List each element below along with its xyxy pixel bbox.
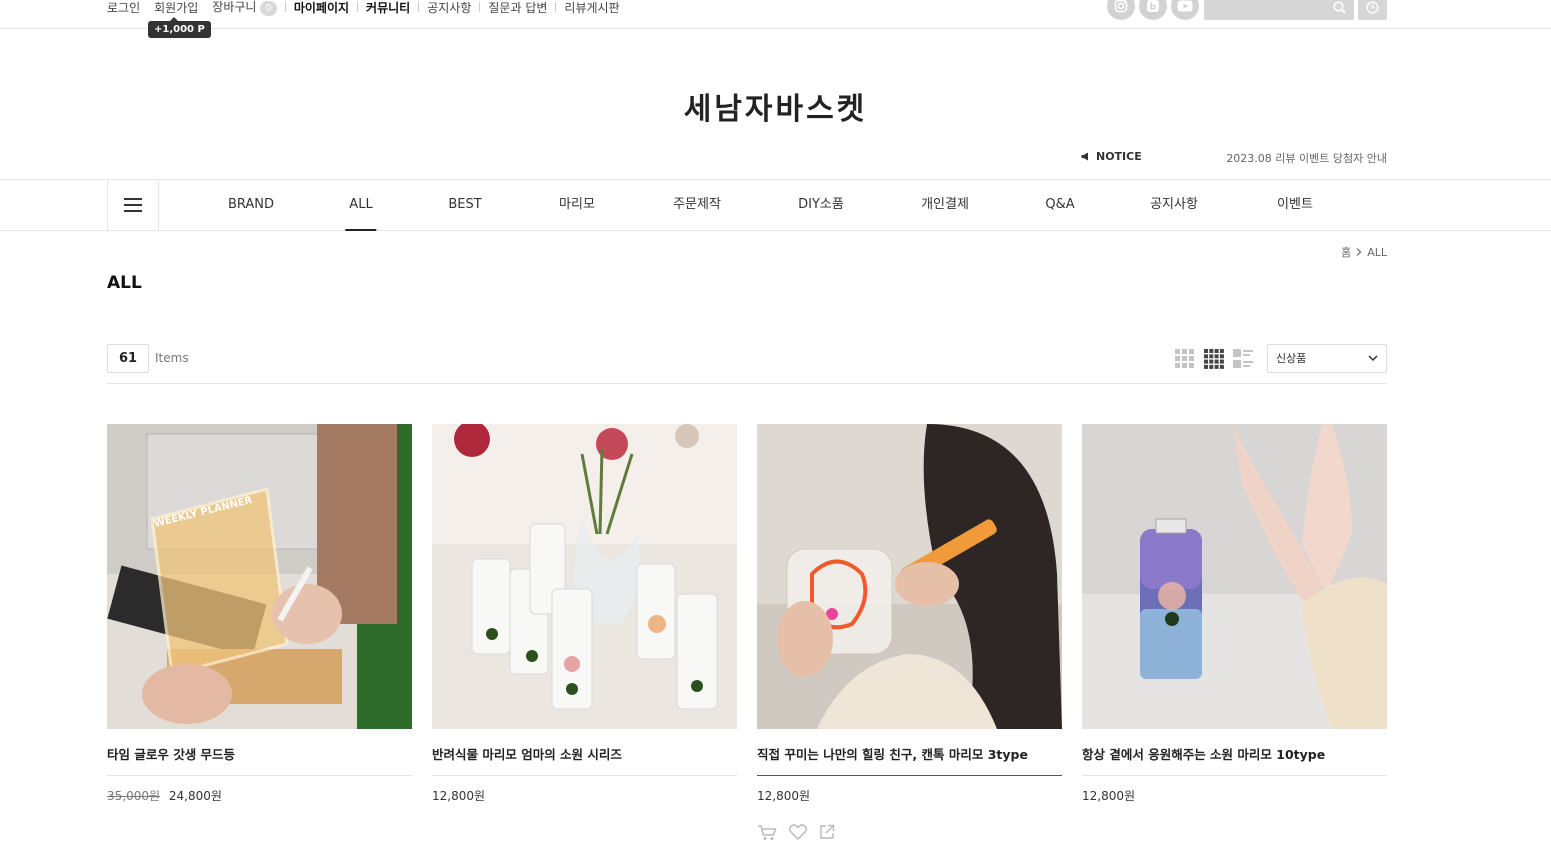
nav-item-notice[interactable]: 공지사항: [1150, 180, 1198, 230]
top-links: 로그인 회원가입 장바구니 0 마이페이지 커뮤니티 공지사항 질문과 답변 리뷰…: [107, 0, 620, 16]
login-link[interactable]: 로그인: [107, 0, 140, 16]
blog-icon[interactable]: b: [1139, 0, 1167, 20]
product-card[interactable]: 직접 꾸미는 나만의 힐링 친구, 캔톡 마리모 3type 12,800원: [757, 424, 1062, 841]
list-view-icon[interactable]: [1233, 349, 1253, 369]
product-sale-price: 12,800원: [432, 789, 486, 803]
mypage-link[interactable]: 마이페이지: [294, 0, 349, 16]
breadcrumb-home[interactable]: 홈: [1341, 244, 1351, 260]
nav-item-personal-payment[interactable]: 개인결제: [921, 180, 969, 230]
chevron-right-icon: [1356, 248, 1362, 256]
heart-icon[interactable]: [789, 824, 807, 840]
page-title: ALL: [107, 273, 142, 293]
recent-view-button[interactable]: [1358, 0, 1387, 20]
search-input[interactable]: [1204, 0, 1354, 20]
product-card[interactable]: WEEKLY PLANNER 타임 글로우 갓생 무드등 35,000원 24,…: [107, 424, 412, 804]
nav-item-all[interactable]: ALL: [345, 180, 378, 231]
cart-count-badge: 0: [260, 1, 277, 16]
cart-icon[interactable]: [757, 824, 777, 841]
product-card[interactable]: 반려식물 마리모 엄마의 소원 시리즈 12,800원: [432, 424, 737, 804]
product-name[interactable]: 직접 꾸미는 나만의 힐링 친구, 캔톡 마리모 3type: [757, 744, 1062, 776]
nav-item-best[interactable]: BEST: [448, 180, 481, 230]
share-icon[interactable]: [819, 824, 835, 840]
cart-link[interactable]: 장바구니 0: [212, 0, 277, 16]
item-count: 61: [107, 344, 149, 373]
product-image[interactable]: [432, 424, 737, 729]
product-name[interactable]: 반려식물 마리모 엄마의 소원 시리즈: [432, 744, 737, 776]
search-icon[interactable]: [1333, 1, 1346, 14]
breadcrumb: 홈 ALL: [1341, 244, 1387, 260]
nav-item-diy[interactable]: DIY소품: [798, 180, 844, 230]
product-card[interactable]: 항상 곁에서 응원해주는 소원 마리모 10type 12,800원: [1082, 424, 1387, 804]
product-name[interactable]: 타임 글로우 갓생 무드등: [107, 744, 412, 776]
notice-label: NOTICE: [1081, 150, 1142, 163]
product-image[interactable]: [757, 424, 1062, 729]
product-image[interactable]: [1082, 424, 1387, 729]
cart-label: 장바구니: [212, 0, 257, 14]
top-bar: 로그인 회원가입 장바구니 0 마이페이지 커뮤니티 공지사항 질문과 답변 리뷰…: [0, 0, 1551, 38]
nav-item-marimo[interactable]: 마리모: [559, 180, 595, 230]
nav-item-custom-order[interactable]: 주문제작: [673, 180, 721, 230]
notice-link[interactable]: 공지사항: [427, 0, 471, 16]
product-sale-price: 12,800원: [757, 789, 811, 803]
sort-select[interactable]: 신상품: [1267, 344, 1387, 373]
product-sale-price: 24,800원: [168, 789, 222, 803]
sort-selected-value: 신상품: [1276, 352, 1307, 365]
product-original-price: 35,000원: [107, 789, 161, 803]
grid-4-icon[interactable]: [1204, 349, 1224, 369]
youtube-icon[interactable]: [1171, 0, 1199, 20]
product-price: 12,800원: [432, 787, 737, 804]
item-count-label: Items: [155, 351, 189, 365]
notice-label-text: NOTICE: [1096, 150, 1142, 163]
join-point-tooltip: +1,000 P: [148, 17, 211, 38]
megaphone-icon: [1081, 152, 1088, 161]
clock-icon: [1366, 0, 1379, 14]
breadcrumb-current: ALL: [1367, 245, 1387, 259]
list-header: 61 Items 신상품: [107, 343, 1387, 384]
view-mode-switcher: [1175, 349, 1253, 369]
product-sale-price: 12,800원: [1082, 789, 1136, 803]
product-name[interactable]: 항상 곁에서 응원해주는 소원 마리모 10type: [1082, 744, 1387, 776]
site-logo[interactable]: 세남자바스켓: [0, 84, 1551, 128]
review-board-link[interactable]: 리뷰게시판: [564, 0, 619, 16]
grid-3-icon[interactable]: [1175, 349, 1195, 369]
nav-item-event[interactable]: 이벤트: [1277, 180, 1313, 230]
notice-ticker-text[interactable]: 2023.08 리뷰 이벤트 당첨자 안내: [1226, 150, 1387, 166]
svg-text:b: b: [1150, 3, 1157, 13]
hamburger-icon: [124, 198, 142, 212]
category-menu-button[interactable]: [107, 180, 159, 230]
social-links: b: [1107, 0, 1199, 20]
join-link[interactable]: 회원가입: [154, 0, 198, 16]
product-image[interactable]: WEEKLY PLANNER: [107, 424, 412, 729]
product-price: 35,000원 24,800원: [107, 787, 412, 804]
instagram-icon[interactable]: [1107, 0, 1135, 20]
product-price: 12,800원: [1082, 787, 1387, 804]
chevron-down-icon: [1368, 355, 1378, 362]
product-actions: [757, 824, 1062, 841]
community-link[interactable]: 커뮤니티: [366, 0, 410, 16]
main-nav: BRAND ALL BEST 마리모 주문제작 DIY소품 개인결제 Q&A 공…: [0, 179, 1551, 231]
nav-item-brand[interactable]: BRAND: [228, 180, 274, 230]
product-price: 12,800원: [757, 787, 1062, 804]
qna-link[interactable]: 질문과 답변: [488, 0, 547, 16]
nav-item-qna[interactable]: Q&A: [1045, 180, 1074, 230]
